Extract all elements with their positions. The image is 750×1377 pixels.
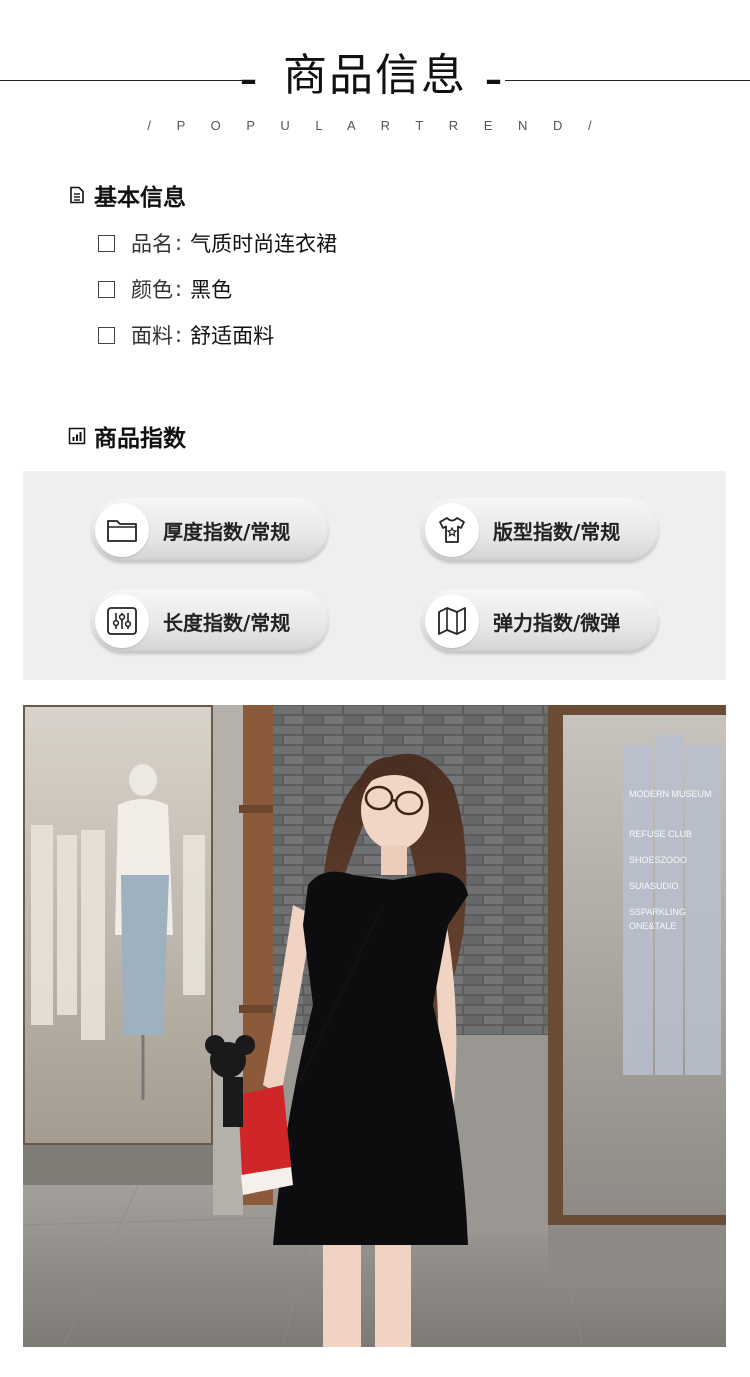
info-item-color: 颜色 : 黑色 xyxy=(98,274,232,304)
folder-icon xyxy=(107,520,137,542)
index-pill-label: 厚度指数/常规 xyxy=(163,519,291,544)
info-value: 气质时尚连衣裙 xyxy=(190,232,338,256)
store-sign-line: MODERN MUSEUM xyxy=(629,789,712,799)
info-separator: : xyxy=(175,323,183,347)
product-index-panel: 厚度指数/常规 版型指数/常规 长度指数/常规 弹力指数/微弹 xyxy=(23,471,726,680)
info-separator: : xyxy=(175,231,183,255)
store-sign-line: ONE&TALE xyxy=(629,921,676,931)
index-pill-length: 长度指数/常规 xyxy=(91,589,329,653)
info-value: 舒适面料 xyxy=(190,324,275,348)
index-pill-label: 弹力指数/微弹 xyxy=(493,610,621,635)
index-pill-fit: 版型指数/常规 xyxy=(421,498,659,562)
info-label: 面料 xyxy=(131,324,173,348)
store-sign-line: REFUSE CLUB xyxy=(629,829,692,839)
store-sign-line: SHOESZOOO xyxy=(629,855,687,865)
sliders-icon xyxy=(107,607,137,635)
info-label: 品名 xyxy=(131,232,173,256)
product-photo: MODERN MUSEUM REFUSE CLUB SHOESZOOO SUIA… xyxy=(23,705,726,1347)
map-icon xyxy=(438,607,466,635)
index-pill-elasticity: 弹力指数/微弹 xyxy=(421,589,659,653)
store-sign-line: SUIASUDIO xyxy=(629,881,679,891)
info-item-name: 品名 : 气质时尚连衣裙 xyxy=(98,228,337,258)
basic-info-title: 基本信息 xyxy=(94,185,186,211)
page-title: 商品信息 xyxy=(283,50,467,101)
checkbox-icon xyxy=(98,326,115,344)
page-subtitle: / P O P U L A R T R E N D / xyxy=(147,118,603,133)
checkbox-icon xyxy=(98,280,115,298)
tshirt-icon xyxy=(439,517,465,543)
photo-illustration: MODERN MUSEUM REFUSE CLUB SHOESZOOO SUIA… xyxy=(23,705,726,1347)
product-index-title: 商品指数 xyxy=(94,426,186,452)
index-pill-thickness: 厚度指数/常规 xyxy=(91,498,329,562)
basic-info-heading: 基本信息 xyxy=(68,178,186,212)
product-index-heading: 商品指数 xyxy=(68,419,186,453)
index-pill-label: 版型指数/常规 xyxy=(493,519,621,544)
bar-chart-icon xyxy=(68,427,86,445)
index-pill-label: 长度指数/常规 xyxy=(163,610,291,635)
store-sign-line: SSPARKLING xyxy=(629,907,686,917)
info-label: 颜色 xyxy=(131,278,173,302)
checkbox-icon xyxy=(98,234,115,252)
info-item-fabric: 面料 : 舒适面料 xyxy=(98,320,274,350)
info-separator: : xyxy=(175,277,183,301)
page-header: – – 商品信息 xyxy=(0,50,750,102)
info-value: 黑色 xyxy=(190,278,233,302)
document-icon xyxy=(70,186,84,204)
